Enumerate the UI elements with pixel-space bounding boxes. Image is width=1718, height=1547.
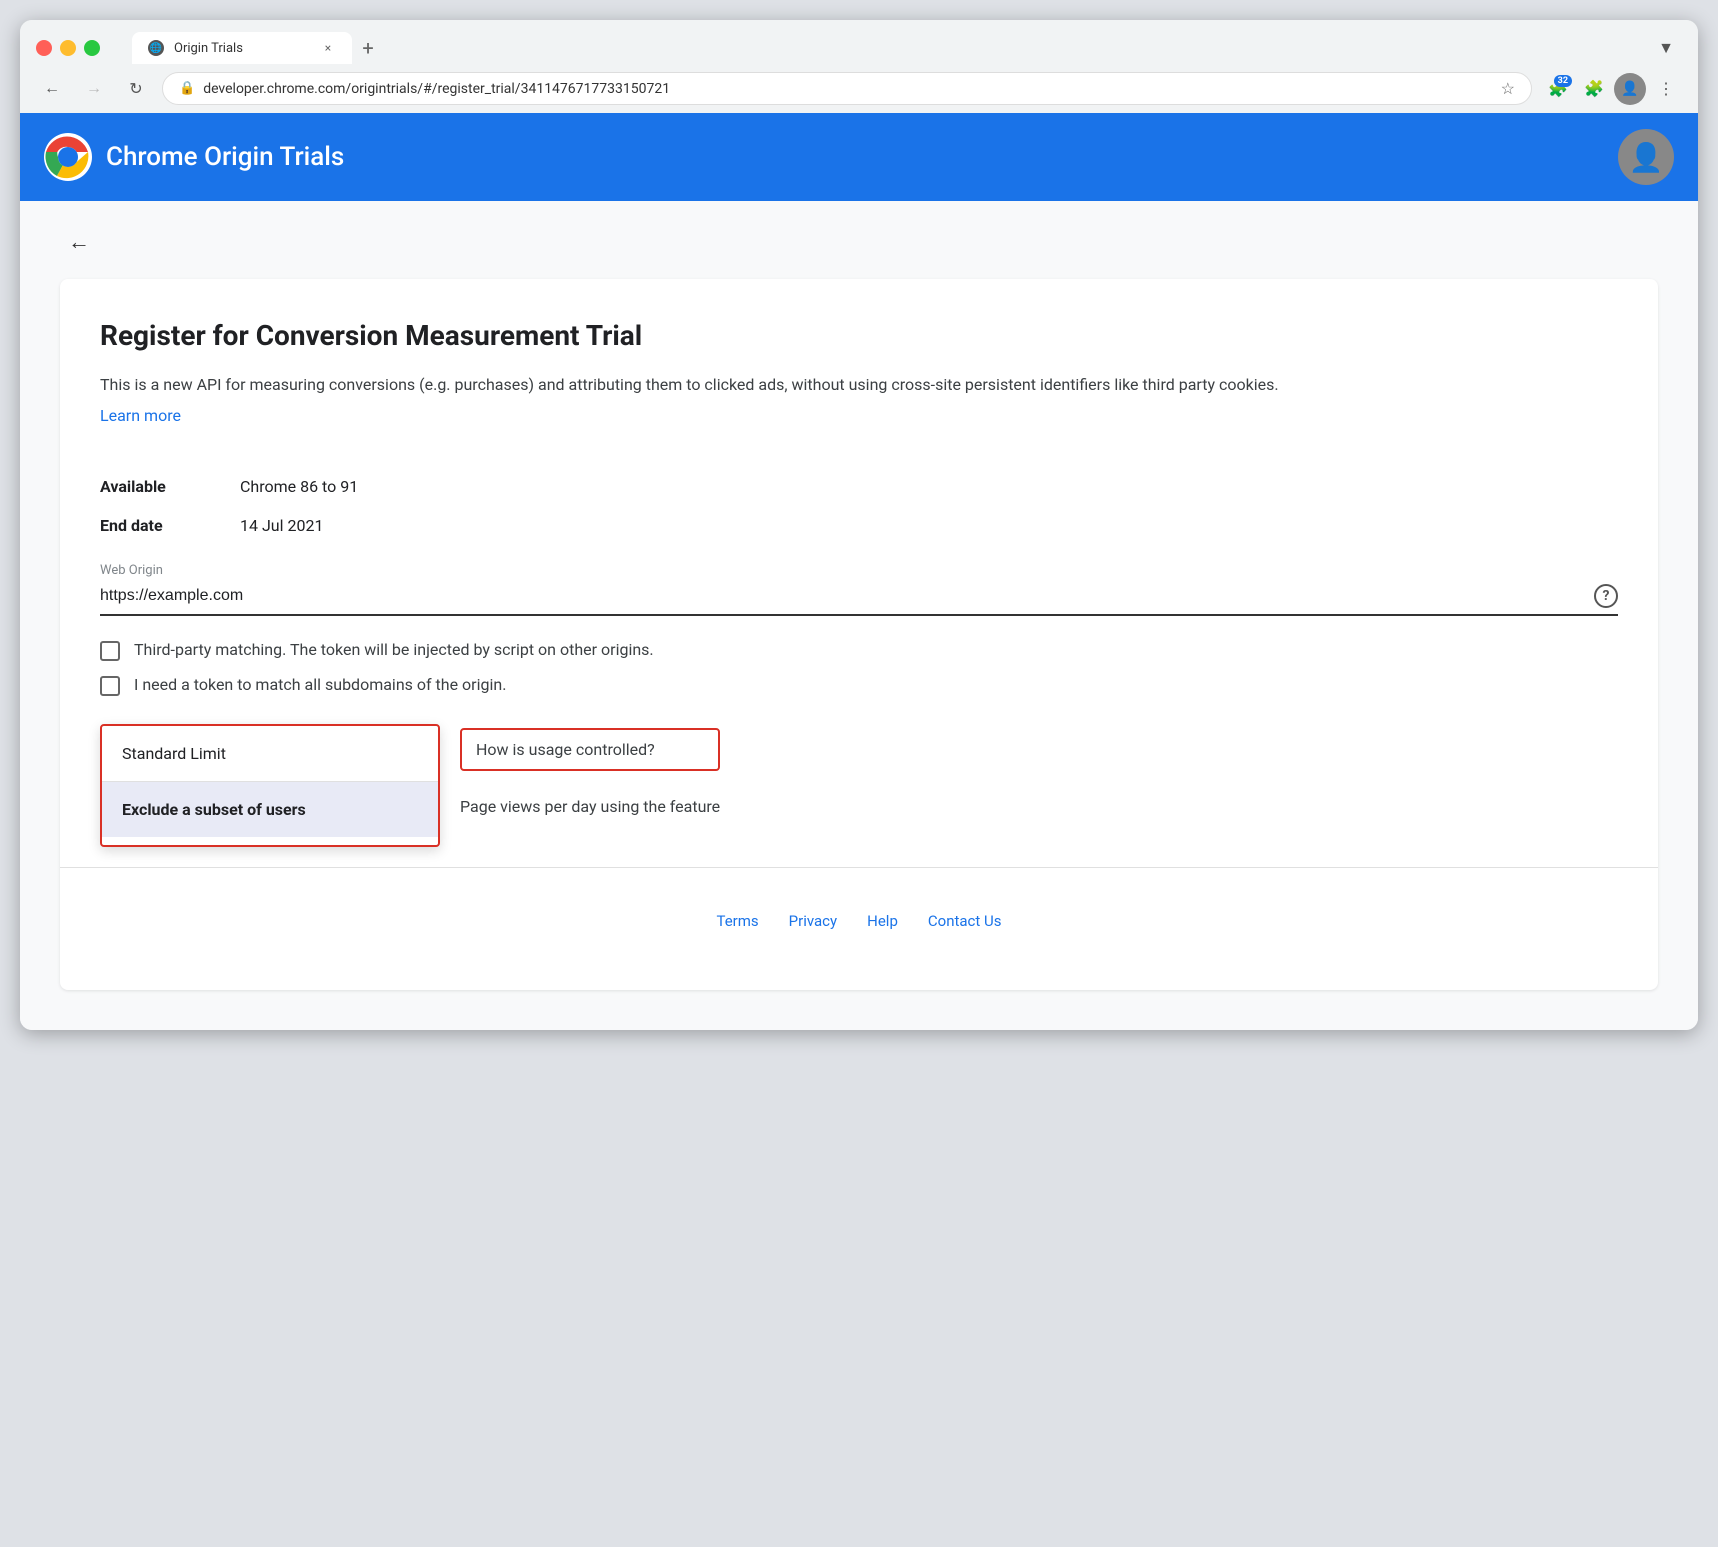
chrome-settings-button[interactable]: ⋮: [1650, 73, 1682, 105]
main-card: Register for Conversion Measurement Tria…: [60, 279, 1658, 990]
tab-title: Origin Trials: [174, 41, 243, 56]
reload-button[interactable]: ↻: [120, 73, 152, 105]
checkbox-2-label: I need a token to match all subdomains o…: [134, 675, 506, 694]
footer-contact-link[interactable]: Contact Us: [928, 912, 1002, 930]
user-avatar[interactable]: 👤: [1618, 129, 1674, 185]
end-date-label: End date: [100, 516, 240, 535]
footer: Terms Privacy Help Contact Us: [100, 892, 1618, 950]
page-views-label: Page views per day using the feature: [460, 797, 720, 816]
address-text: developer.chrome.com/origintrials/#/regi…: [203, 81, 1492, 97]
site-header-left: Chrome Origin Trials: [44, 133, 344, 181]
puzzle-icon[interactable]: 🧩: [1578, 73, 1610, 105]
traffic-lights: [36, 40, 100, 56]
maximize-button[interactable]: [84, 40, 100, 56]
usage-right-panel: How is usage controlled? Page views per …: [460, 724, 720, 826]
chrome-logo-icon: [44, 133, 92, 181]
available-label: Available: [100, 477, 240, 496]
address-bar[interactable]: 🔒 developer.chrome.com/origintrials/#/re…: [162, 72, 1532, 105]
info-grid: Available Chrome 86 to 91 End date 14 Ju…: [100, 477, 1618, 535]
checkboxes-group: Third-party matching. The token will be …: [100, 640, 1618, 696]
web-origin-input-row: ?: [100, 584, 1618, 616]
usage-control-label: How is usage controlled?: [476, 740, 655, 759]
end-date-value: 14 Jul 2021: [240, 516, 1618, 535]
bookmark-star-icon[interactable]: ☆: [1501, 79, 1515, 98]
dropdown-item-standard[interactable]: Standard Limit: [102, 726, 438, 781]
badge-count: 32: [1554, 75, 1572, 87]
profile-avatar[interactable]: 👤: [1614, 73, 1646, 105]
chrome-menu-button[interactable]: ▼: [1650, 32, 1682, 64]
learn-more-link[interactable]: Learn more: [100, 406, 181, 425]
footer-help-link[interactable]: Help: [867, 912, 898, 930]
checkbox-row-2: I need a token to match all subdomains o…: [100, 675, 1618, 696]
web-origin-group: Web Origin ?: [100, 563, 1618, 616]
usage-dropdown[interactable]: Standard Limit Exclude a subset of users: [100, 724, 440, 847]
card-title: Register for Conversion Measurement Tria…: [100, 319, 1618, 352]
tab-favicon: 🌐: [148, 40, 164, 56]
available-value: Chrome 86 to 91: [240, 477, 1618, 496]
page-content: ← Register for Conversion Measurement Tr…: [20, 201, 1698, 1030]
browser-controls-bar: ← → ↻ 🔒 developer.chrome.com/origintrial…: [20, 64, 1698, 113]
web-origin-input[interactable]: [100, 587, 1594, 605]
tab-bar: 🌐 Origin Trials × +: [132, 32, 1638, 64]
site-title: Chrome Origin Trials: [106, 142, 344, 172]
site-header: Chrome Origin Trials 👤: [20, 113, 1698, 201]
title-bar: 🌐 Origin Trials × + ▼: [20, 20, 1698, 64]
page-back-button[interactable]: ←: [60, 221, 98, 263]
toolbar-right: 🧩 32 🧩 👤 ⋮: [1542, 73, 1682, 105]
usage-control-section: Standard Limit Exclude a subset of users…: [100, 724, 1618, 847]
web-origin-label: Web Origin: [100, 563, 1618, 578]
card-divider: [60, 867, 1658, 868]
footer-terms-link[interactable]: Terms: [717, 912, 759, 930]
subdomain-checkbox[interactable]: [100, 676, 120, 696]
close-button[interactable]: [36, 40, 52, 56]
dropdown-item-exclude[interactable]: Exclude a subset of users: [102, 782, 438, 837]
browser-window: 🌐 Origin Trials × + ▼ ← → ↻ 🔒 developer.…: [20, 20, 1698, 1030]
help-icon-button[interactable]: ?: [1594, 584, 1618, 608]
footer-privacy-link[interactable]: Privacy: [789, 912, 837, 930]
forward-button[interactable]: →: [78, 73, 110, 105]
tab-close-button[interactable]: ×: [320, 40, 336, 56]
back-button[interactable]: ←: [36, 73, 68, 105]
extensions-button[interactable]: 🧩 32: [1542, 73, 1574, 105]
new-tab-button[interactable]: +: [352, 32, 384, 64]
card-description: This is a new API for measuring conversi…: [100, 372, 1618, 398]
checkbox-row-1: Third-party matching. The token will be …: [100, 640, 1618, 661]
third-party-checkbox[interactable]: [100, 641, 120, 661]
checkbox-1-label: Third-party matching. The token will be …: [134, 640, 654, 659]
minimize-button[interactable]: [60, 40, 76, 56]
active-tab[interactable]: 🌐 Origin Trials ×: [132, 32, 352, 64]
lock-icon: 🔒: [179, 81, 195, 96]
